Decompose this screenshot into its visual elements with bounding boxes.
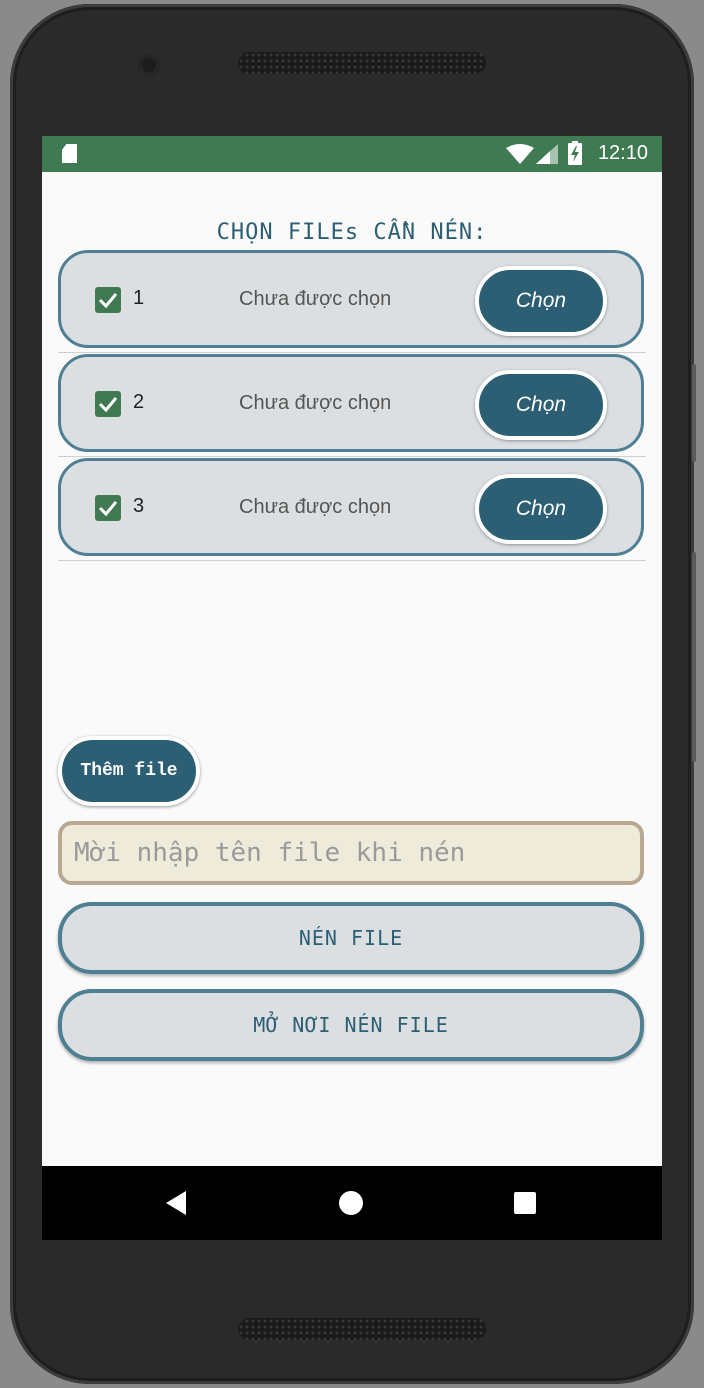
wifi-icon <box>506 144 534 164</box>
divider <box>58 560 646 561</box>
back-icon[interactable] <box>166 1191 186 1215</box>
front-camera <box>138 54 160 76</box>
app-screen: 12:10 CHỌN FILEs CẦN NÉN: 1 Chưa được ch… <box>42 136 662 1240</box>
page-title: CHỌN FILEs CẦN NÉN: <box>216 220 488 245</box>
divider <box>58 456 646 457</box>
file-status: Chưa được chọn <box>239 288 392 310</box>
status-clock: 12:10 <box>597 142 648 164</box>
signal-icon <box>536 144 558 164</box>
divider <box>58 352 646 353</box>
volume-button <box>692 552 696 762</box>
bottom-speaker <box>238 1318 486 1340</box>
file-row-2: 2 Chưa được chọn Chọn <box>58 354 644 452</box>
file-row-3: 3 Chưa được chọn Chọn <box>58 458 644 556</box>
file-number: 2 <box>133 391 145 413</box>
sd-card-icon <box>62 144 77 163</box>
checkbox-file-3[interactable] <box>95 495 121 521</box>
power-button <box>692 364 696 462</box>
add-file-button[interactable]: Thêm file <box>58 736 200 806</box>
file-number: 1 <box>133 287 145 309</box>
choose-button-3[interactable]: Chọn <box>475 474 607 544</box>
open-folder-button[interactable]: MỞ NƠI NÉN FILE <box>58 989 644 1061</box>
file-name-input[interactable] <box>58 821 644 885</box>
compress-button[interactable]: NÉN FILE <box>58 902 644 974</box>
file-status: Chưa được chọn <box>239 392 392 414</box>
navigation-bar <box>42 1166 662 1240</box>
checkmark-icon <box>98 397 118 413</box>
file-number: 3 <box>133 495 145 517</box>
choose-button-2[interactable]: Chọn <box>475 370 607 440</box>
checkmark-icon <box>98 501 118 517</box>
file-status: Chưa được chọn <box>239 496 392 518</box>
battery-charging-icon <box>568 141 582 165</box>
home-icon[interactable] <box>339 1191 363 1215</box>
file-row-1: 1 Chưa được chọn Chọn <box>58 250 644 348</box>
status-bar: 12:10 <box>42 136 662 172</box>
choose-button-1[interactable]: Chọn <box>475 266 607 336</box>
checkbox-file-1[interactable] <box>95 287 121 313</box>
checkbox-file-2[interactable] <box>95 391 121 417</box>
recent-apps-icon[interactable] <box>514 1192 536 1214</box>
checkmark-icon <box>98 293 118 309</box>
top-speaker <box>238 52 486 74</box>
